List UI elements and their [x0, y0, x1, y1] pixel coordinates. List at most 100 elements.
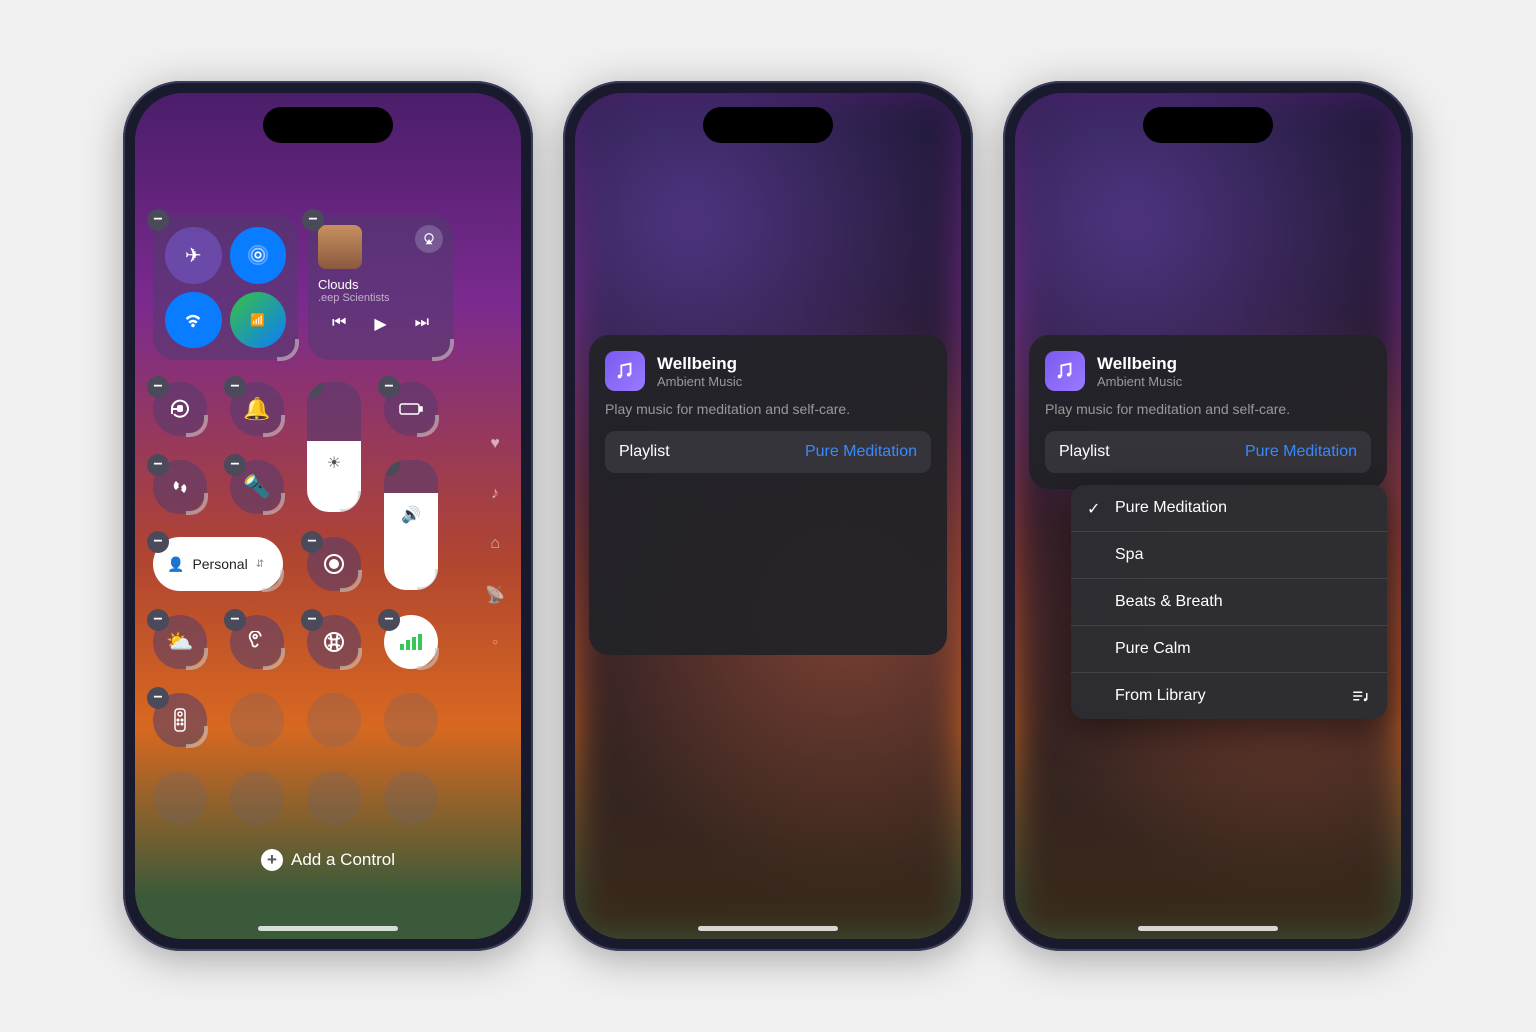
- flashlight-button[interactable]: 🔦: [230, 460, 284, 514]
- remove-icon[interactable]: [307, 382, 323, 398]
- playlist-label: Playlist: [619, 443, 670, 461]
- remove-icon[interactable]: [301, 531, 323, 553]
- sheet-title: Wellbeing: [1097, 354, 1182, 374]
- plus-icon: +: [261, 849, 283, 871]
- playlist-value: Pure Meditation: [805, 443, 917, 461]
- resize-handle[interactable]: [432, 339, 454, 361]
- focus-label: Personal: [192, 556, 247, 572]
- remove-icon[interactable]: [224, 454, 246, 476]
- empty-slot[interactable]: [153, 771, 207, 825]
- empty-slot[interactable]: [230, 693, 284, 747]
- dropdown-item-pure-calm[interactable]: Pure Calm: [1071, 626, 1387, 673]
- rotation-lock-button[interactable]: [153, 382, 207, 436]
- now-playing-module[interactable]: Clouds .eep Scientists ⏮ ▶ ⏭: [308, 215, 453, 360]
- dynamic-island: [703, 107, 833, 143]
- remote-button[interactable]: [153, 693, 207, 747]
- weather-button[interactable]: ⛅: [153, 615, 207, 669]
- focus-button[interactable]: 👤 Personal ⇵: [153, 537, 283, 591]
- screen-record-button[interactable]: [307, 537, 361, 591]
- resize-handle[interactable]: [340, 648, 362, 670]
- empty-slot[interactable]: [307, 771, 361, 825]
- volume-slider[interactable]: 🔊: [384, 460, 438, 590]
- wifi-icon[interactable]: [165, 292, 222, 349]
- remove-icon[interactable]: [147, 609, 169, 631]
- empty-slot[interactable]: [230, 771, 284, 825]
- remove-icon[interactable]: [147, 454, 169, 476]
- phone-control-center-edit: ✈ 📶: [123, 81, 533, 951]
- home-indicator[interactable]: [1138, 926, 1278, 931]
- remove-icon[interactable]: [384, 460, 400, 476]
- play-icon[interactable]: ▶: [374, 314, 386, 334]
- remove-icon[interactable]: [147, 687, 169, 709]
- silent-mode-button[interactable]: 🔔: [230, 382, 284, 436]
- playlist-selector[interactable]: Playlist Pure Meditation: [1045, 431, 1371, 473]
- cellular-button[interactable]: [384, 615, 438, 669]
- airdrop-icon[interactable]: [230, 227, 287, 284]
- library-icon: [1351, 687, 1369, 705]
- chevron-icon: ⇵: [256, 559, 264, 570]
- wellbeing-sheet: Wellbeing Ambient Music Play music for m…: [1029, 335, 1387, 489]
- home-icon[interactable]: ⌂: [490, 535, 500, 553]
- music-icon[interactable]: ♪: [491, 485, 499, 503]
- remove-icon[interactable]: [147, 209, 169, 231]
- sheet-description: Play music for meditation and self-care.: [1045, 401, 1371, 417]
- resize-handle[interactable]: [277, 339, 299, 361]
- dot-icon[interactable]: ○: [492, 637, 498, 648]
- empty-slot[interactable]: [307, 693, 361, 747]
- sheet-subtitle: Ambient Music: [657, 374, 742, 389]
- dropdown-item-beats-breath[interactable]: Beats & Breath: [1071, 579, 1387, 626]
- remove-icon[interactable]: [378, 609, 400, 631]
- phone-wellbeing-dropdown: Wellbeing Ambient Music Play music for m…: [1003, 81, 1413, 951]
- album-art: [318, 225, 362, 269]
- resize-handle[interactable]: [417, 415, 439, 437]
- resize-handle[interactable]: [263, 648, 285, 670]
- empty-slot[interactable]: [384, 771, 438, 825]
- resize-handle[interactable]: [262, 570, 284, 592]
- hearing-button[interactable]: [230, 615, 284, 669]
- resize-handle[interactable]: [186, 648, 208, 670]
- playlist-selector[interactable]: Playlist Pure Meditation: [605, 431, 931, 473]
- sheet-description: Play music for meditation and self-care.: [605, 401, 931, 417]
- airplay-icon[interactable]: [415, 225, 443, 253]
- dynamic-island: [1143, 107, 1273, 143]
- remove-icon[interactable]: [147, 531, 169, 553]
- remove-icon[interactable]: [224, 376, 246, 398]
- wellbeing-app-icon: [605, 351, 645, 391]
- low-power-button[interactable]: [384, 382, 438, 436]
- remove-icon[interactable]: [147, 376, 169, 398]
- dropdown-item-pure-meditation[interactable]: Pure Meditation: [1071, 485, 1387, 532]
- brightness-slider[interactable]: ☀: [307, 382, 361, 512]
- page-indicators: ♥ ♪ ⌂ 📡 ○: [485, 435, 505, 648]
- shazam-button[interactable]: [153, 460, 207, 514]
- heart-icon[interactable]: ♥: [490, 435, 500, 453]
- resize-handle[interactable]: [417, 648, 439, 670]
- resize-handle[interactable]: [186, 415, 208, 437]
- remove-icon[interactable]: [301, 609, 323, 631]
- add-control-button[interactable]: + Add a Control: [153, 849, 503, 871]
- playlist-label: Playlist: [1059, 443, 1110, 461]
- dropdown-item-spa[interactable]: Spa: [1071, 532, 1387, 579]
- remove-icon[interactable]: [378, 376, 400, 398]
- wellbeing-sheet: Wellbeing Ambient Music Play music for m…: [589, 335, 947, 655]
- remove-icon[interactable]: [302, 209, 324, 231]
- resize-handle[interactable]: [186, 493, 208, 515]
- forward-icon[interactable]: ⏭: [415, 314, 429, 334]
- rewind-icon[interactable]: ⏮: [332, 314, 346, 334]
- resize-handle[interactable]: [263, 415, 285, 437]
- sheet-title: Wellbeing: [657, 354, 742, 374]
- resize-handle[interactable]: [340, 570, 362, 592]
- connectivity-module[interactable]: ✈ 📶: [153, 215, 298, 360]
- person-icon: 👤: [167, 556, 184, 573]
- phone-wellbeing-sheet: Wellbeing Ambient Music Play music for m…: [563, 81, 973, 951]
- remove-icon[interactable]: [224, 609, 246, 631]
- resize-handle[interactable]: [263, 493, 285, 515]
- home-indicator[interactable]: [698, 926, 838, 931]
- track-title: Clouds: [318, 277, 443, 292]
- airplane-mode-icon[interactable]: ✈: [165, 227, 222, 284]
- resize-handle[interactable]: [186, 726, 208, 748]
- dropdown-item-from-library[interactable]: From Library: [1071, 673, 1387, 719]
- app-button[interactable]: [307, 615, 361, 669]
- empty-slot[interactable]: [384, 693, 438, 747]
- antenna-icon[interactable]: 📡: [485, 585, 505, 605]
- playlist-dropdown: Pure Meditation Spa Beats & Breath Pure …: [1071, 485, 1387, 719]
